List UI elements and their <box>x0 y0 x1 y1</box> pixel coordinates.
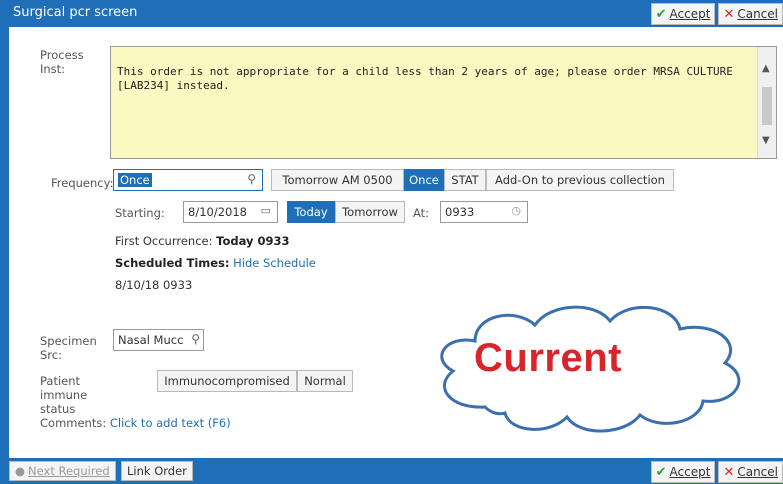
scheduled-times-label: Scheduled Times: <box>115 256 230 270</box>
today-button[interactable]: Today <box>287 201 335 223</box>
close-icon: ✕ <box>723 6 735 22</box>
top-actions: ✔ Accept ✕ Cancel <box>650 3 783 25</box>
accept-button-top[interactable]: ✔ Accept <box>650 3 716 25</box>
first-occurrence: First Occurrence: Today 0933 <box>115 234 290 248</box>
add-comment-link[interactable]: Click to add text (F6) <box>110 416 231 430</box>
order-window: Surgical pcr screen ✔ Accept ✕ Cancel Pr… <box>0 0 783 484</box>
frequency-input[interactable]: Once ⚲ <box>113 169 263 191</box>
scheduled-time-value: 8/10/18 0933 <box>115 278 193 292</box>
starting-label: Starting: <box>115 206 165 220</box>
window-title: Surgical pcr screen <box>13 5 138 20</box>
freq-option-tomorrow-am[interactable]: Tomorrow AM 0500 <box>271 169 404 191</box>
process-instructions-box[interactable]: This order is not appropriate for a chil… <box>110 46 777 159</box>
starting-date-input[interactable]: 8/10/2018 ▭ <box>183 201 278 223</box>
vertical-scrollbar[interactable]: ▲ ▼ <box>757 47 776 158</box>
search-icon[interactable]: ⚲ <box>247 172 256 186</box>
comments-row: Comments: Click to add text (F6) <box>40 416 231 430</box>
search-icon[interactable]: ⚲ <box>191 332 200 346</box>
specimen-src-label: Specimen Src: <box>40 334 97 362</box>
frequency-value: Once <box>118 173 152 187</box>
frequency-label: Frequency: <box>51 176 114 190</box>
starting-date-value: 8/10/2018 <box>188 205 247 219</box>
at-label: At: <box>413 206 430 220</box>
left-accent-strip <box>0 0 9 484</box>
specimen-src-value: Nasal Mucc <box>118 333 184 347</box>
freq-option-stat[interactable]: STAT <box>444 169 486 191</box>
hide-schedule-link[interactable]: Hide Schedule <box>233 256 316 270</box>
cancel-button-bottom[interactable]: ✕ Cancel <box>718 461 783 483</box>
calendar-icon[interactable]: ▭ <box>261 204 271 217</box>
freq-option-once[interactable]: Once <box>404 169 444 191</box>
time-value: 0933 <box>445 205 475 219</box>
accept-button-bottom[interactable]: ✔ Accept <box>650 461 716 483</box>
bottom-bar: ● Next Required Link Order ✔ Accept ✕ Ca… <box>9 458 783 484</box>
time-input[interactable]: 0933 ◷ <box>440 201 528 223</box>
cancel-label: Cancel <box>737 465 778 479</box>
clock-icon[interactable]: ◷ <box>511 204 521 217</box>
next-required-label: Next Required <box>28 464 110 478</box>
immunocompromised-button[interactable]: Immunocompromised <box>157 370 297 392</box>
info-icon: ● <box>15 464 26 478</box>
specimen-src-input[interactable]: Nasal Mucc ⚲ <box>113 329 204 351</box>
scroll-up-icon[interactable]: ▲ <box>762 63 770 74</box>
immune-status-label: Patient immune status <box>40 374 88 416</box>
cancel-label: Cancel <box>737 7 778 21</box>
accept-label: Accept <box>669 465 711 479</box>
checkmark-icon: ✔ <box>655 464 667 480</box>
tomorrow-button[interactable]: Tomorrow <box>335 201 405 223</box>
first-occurrence-value: Today 0933 <box>216 234 290 248</box>
first-occurrence-label: First Occurrence: <box>115 234 213 248</box>
comments-label: Comments: <box>40 416 107 430</box>
bottom-actions: ✔ Accept ✕ Cancel <box>650 461 783 483</box>
process-instructions-text: This order is not appropriate for a chil… <box>117 65 733 92</box>
scroll-thumb[interactable] <box>762 87 772 125</box>
close-icon: ✕ <box>723 464 735 480</box>
scroll-down-icon[interactable]: ▼ <box>762 135 770 146</box>
normal-button[interactable]: Normal <box>297 370 353 392</box>
freq-option-add-on[interactable]: Add-On to previous collection <box>486 169 674 191</box>
checkmark-icon: ✔ <box>655 6 667 22</box>
title-bar: Surgical pcr screen ✔ Accept ✕ Cancel <box>9 0 783 27</box>
process-inst-label: Process Inst: <box>40 48 84 76</box>
current-annotation: Current <box>474 336 622 380</box>
scheduled-times: Scheduled Times: Hide Schedule <box>115 256 316 270</box>
link-order-button[interactable]: Link Order <box>121 461 193 481</box>
cancel-button-top[interactable]: ✕ Cancel <box>718 3 783 25</box>
accept-label: Accept <box>669 7 711 21</box>
next-required-button[interactable]: ● Next Required <box>9 461 116 481</box>
